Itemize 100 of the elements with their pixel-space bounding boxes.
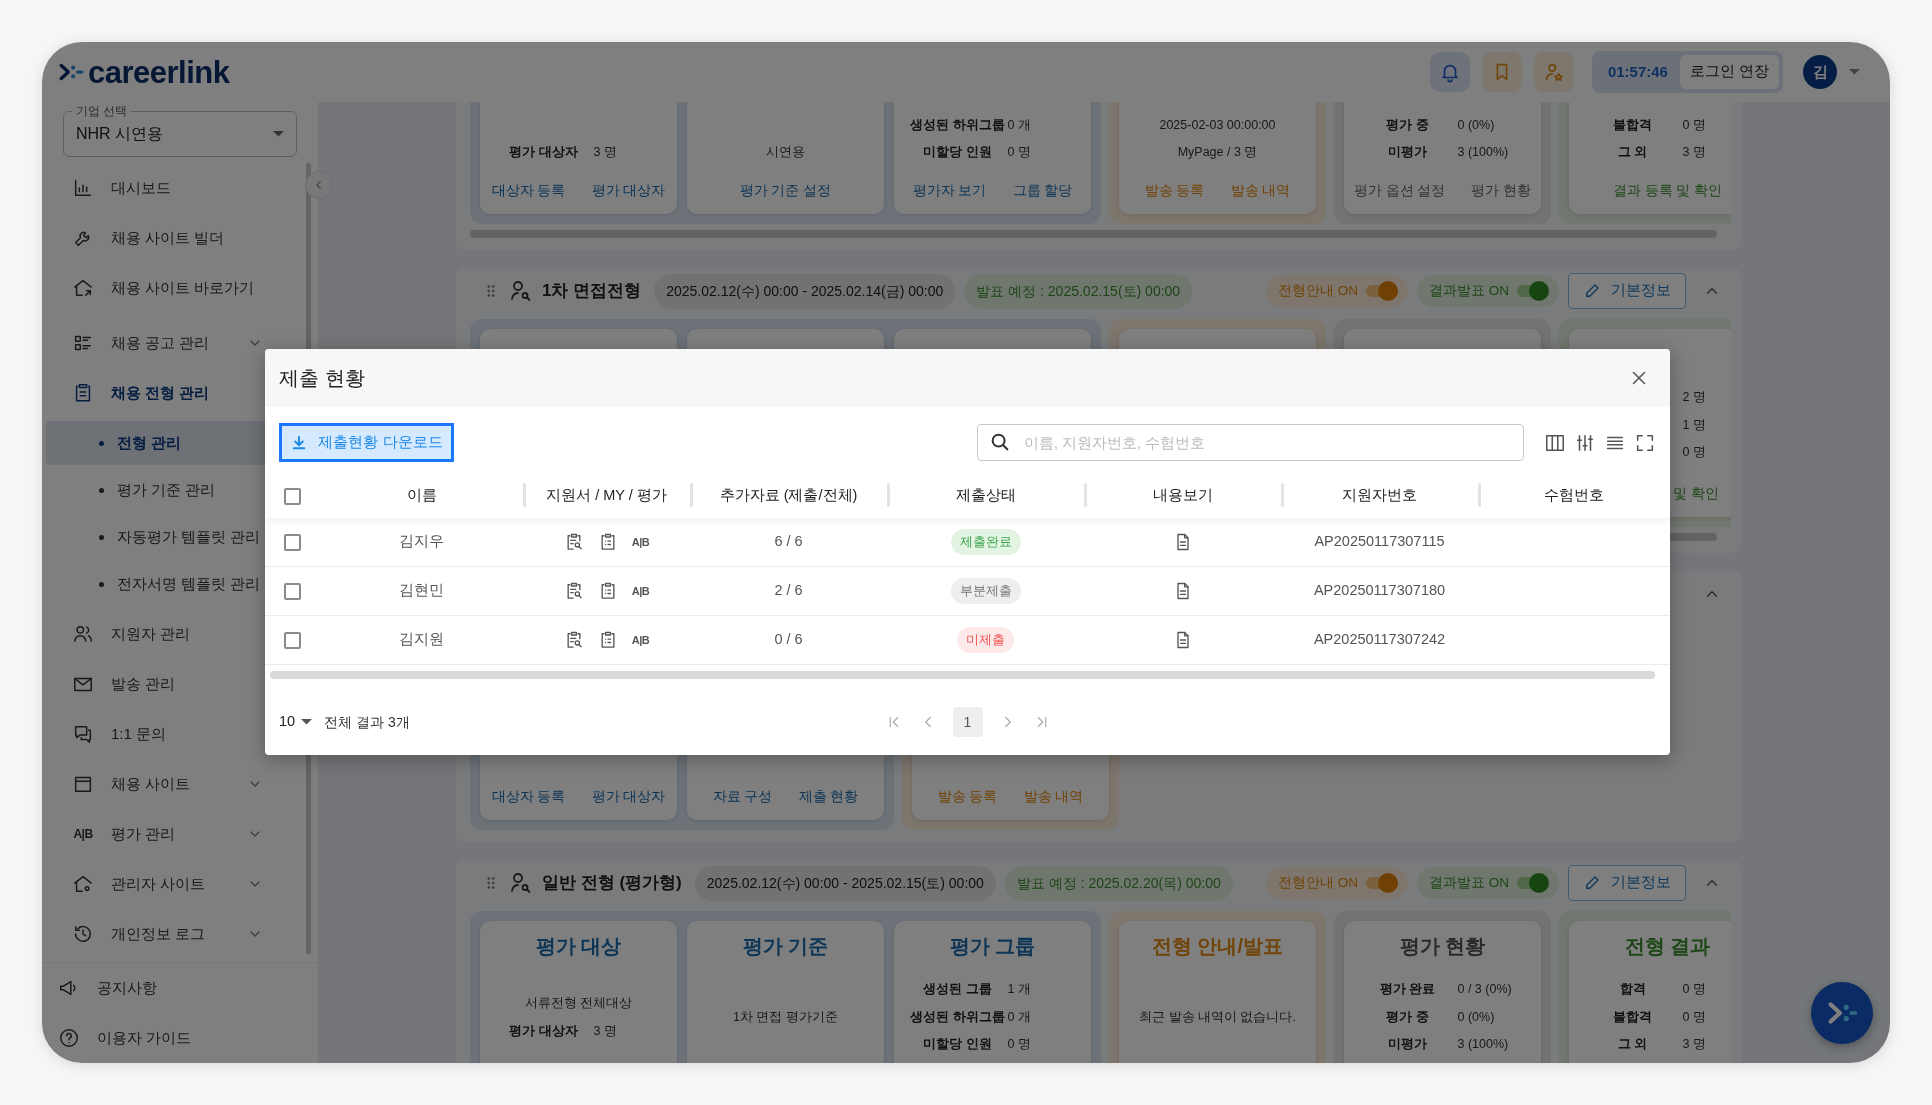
row-value: 0 개	[1007, 1008, 1032, 1026]
card-text: 1차 면접 평가기준	[733, 1008, 838, 1026]
card-text: 서류전형 전체대상	[524, 994, 633, 1012]
card-link[interactable]: 평가 대상자	[591, 180, 666, 202]
row-value: 0 명	[1007, 1036, 1032, 1054]
download-button[interactable]: 제출현황 다운로드	[279, 423, 454, 462]
row-label: 미평가	[1387, 144, 1428, 162]
card-link[interactable]: 결과 등록 및 확인	[1612, 180, 1723, 202]
card-link[interactable]: 평가 기준 설정	[739, 180, 832, 202]
people-icon	[72, 623, 94, 645]
row-value: 0 명	[1682, 980, 1707, 998]
table-cell-text: 김현민	[398, 581, 445, 601]
card-link[interactable]: 평가자 보기	[912, 180, 987, 202]
evaluation-link[interactable]: A|B	[631, 631, 650, 649]
search-field[interactable]: 이름, 지원자번호, 수험번호	[977, 424, 1524, 461]
card-title: 평가 그룹	[948, 934, 1037, 959]
caret-icon	[273, 130, 284, 137]
card-title: 평가 현황	[1398, 934, 1487, 959]
user-avatar[interactable]: 김	[1803, 55, 1837, 89]
nav-item[interactable]: 관리자 사이트	[42, 859, 303, 909]
stage-title: 일반 전형 (평가형)	[542, 872, 682, 895]
card-link[interactable]: 발송 내역	[1230, 180, 1291, 202]
card-link[interactable]: 발송 등록	[937, 786, 998, 808]
row-value: 0 (0%)	[1457, 116, 1496, 134]
table-cell-text: 2 / 6	[773, 581, 804, 601]
nav-item[interactable]: 채용 사이트 바로가기	[42, 263, 303, 313]
nav-item[interactable]: 지원자 관리	[42, 609, 303, 659]
card-link[interactable]: 대상자 등록	[491, 180, 566, 202]
card-link[interactable]: 제출 현황	[798, 786, 859, 808]
card-link[interactable]: 자료 구성	[712, 786, 773, 808]
row-value: 0 / 3 (0%)	[1457, 980, 1513, 998]
toggle-switch[interactable]: 결과발표 ON	[1417, 274, 1559, 308]
nav-subitem[interactable]: 평가 기준 관리	[46, 468, 303, 512]
card-link[interactable]: 대상자 등록	[491, 786, 566, 808]
card-link[interactable]: 평가 옵션 설정	[1353, 180, 1446, 202]
nav-item[interactable]: 개인정보 로그	[42, 909, 303, 959]
floating-logo-button[interactable]	[1811, 982, 1873, 1044]
nav-item[interactable]: 발송 관리	[42, 659, 303, 709]
row-value: 0 명	[1682, 1008, 1707, 1026]
card-link[interactable]: 및 확인	[1673, 483, 1719, 505]
column-header: 수험번호	[1478, 485, 1670, 507]
row-label: 평가 중	[1385, 1008, 1430, 1026]
checkbox[interactable]	[284, 582, 301, 600]
profile-button[interactable]	[1533, 52, 1574, 92]
card-title: 전형 결과	[1623, 934, 1712, 959]
info-button[interactable]: 기본정보	[1568, 273, 1686, 309]
history-icon	[72, 923, 94, 945]
nav-item[interactable]: 대시보드	[42, 163, 303, 213]
bullet-icon	[99, 487, 104, 493]
nav-item[interactable]: A|B 평가 관리	[42, 809, 303, 859]
nav-item[interactable]: 채용 사이트	[42, 759, 303, 809]
row-label: 그 외	[1616, 144, 1649, 162]
table-cell-text: 김지원	[398, 630, 445, 650]
page-size-select[interactable]: 10	[279, 711, 313, 733]
bookmark-button[interactable]	[1481, 52, 1522, 92]
nav-item[interactable]: 채용 공고 관리	[42, 318, 303, 368]
row-value: 1 명	[1682, 416, 1707, 434]
ab-icon: A|B	[72, 825, 94, 843]
nav-item[interactable]: 채용 사이트 빌더	[42, 213, 303, 263]
checkbox[interactable]	[284, 533, 301, 551]
table-cell-text: AP20250117307115	[1313, 532, 1446, 552]
field-label: 기업 선택	[75, 106, 129, 118]
table-cell-text: AP20250117307242	[1312, 630, 1447, 650]
card-link[interactable]: 평가 현황	[1471, 180, 1532, 202]
extend-login-button[interactable]: 로그인 연장	[1679, 55, 1779, 89]
house-gear-icon	[72, 873, 94, 895]
checkbox[interactable]	[284, 487, 301, 505]
date-range-chip: 2025.02.12(수) 00:00 - 2025.02.14(금) 00:00	[654, 273, 956, 309]
evaluation-link[interactable]: A|B	[631, 533, 650, 551]
row-label: 평가 완료	[1378, 980, 1437, 998]
row-label: 평가 대상자	[508, 1022, 579, 1040]
logo-text: careerlink	[88, 56, 230, 88]
caret-icon[interactable]	[1849, 69, 1860, 75]
row-value: 3 명	[1682, 1036, 1707, 1054]
person-search-icon	[509, 279, 533, 303]
nav-subitem[interactable]: 전자서명 템플릿 관리	[46, 562, 303, 606]
table-cell-text: AP20250117307180	[1312, 581, 1447, 601]
session-timer: 01:57:46	[1606, 61, 1669, 82]
nav-item[interactable]: 이용자 가이드	[42, 1013, 318, 1063]
company-select[interactable]: 기업 선택 NHR 시연용	[63, 106, 297, 157]
stage-title: 1차 면접전형	[542, 280, 642, 303]
card-link[interactable]: 평가 대상자	[591, 786, 666, 808]
card-link[interactable]: 발송 등록	[1144, 180, 1205, 202]
announcement-chip: 발표 예정 : 2025.02.20(목) 00:00	[1004, 865, 1233, 901]
nav-item[interactable]: 공지사항	[42, 963, 318, 1013]
evaluation-link[interactable]: A|B	[631, 582, 650, 600]
checkbox[interactable]	[284, 631, 301, 649]
page-button[interactable]: 1	[952, 707, 983, 737]
row-value: 3 명	[593, 144, 618, 162]
row-label: 합격	[1618, 980, 1647, 998]
row-label: 생성된 그룹	[922, 980, 993, 998]
nav-subitem[interactable]: 자동평가 템플릿 관리	[46, 515, 303, 559]
row-value: 0 명	[1682, 444, 1707, 462]
info-button[interactable]: 기본정보	[1568, 865, 1686, 901]
notifications-button[interactable]	[1429, 52, 1470, 92]
status-badge: 제출완료	[950, 529, 1021, 555]
row-label: 불합격	[1612, 116, 1653, 134]
card-link[interactable]: 발송 내역	[1023, 786, 1084, 808]
card-link[interactable]: 그룹 할당	[1012, 180, 1073, 202]
toggle-switch[interactable]: 결과발표 ON	[1417, 866, 1559, 900]
